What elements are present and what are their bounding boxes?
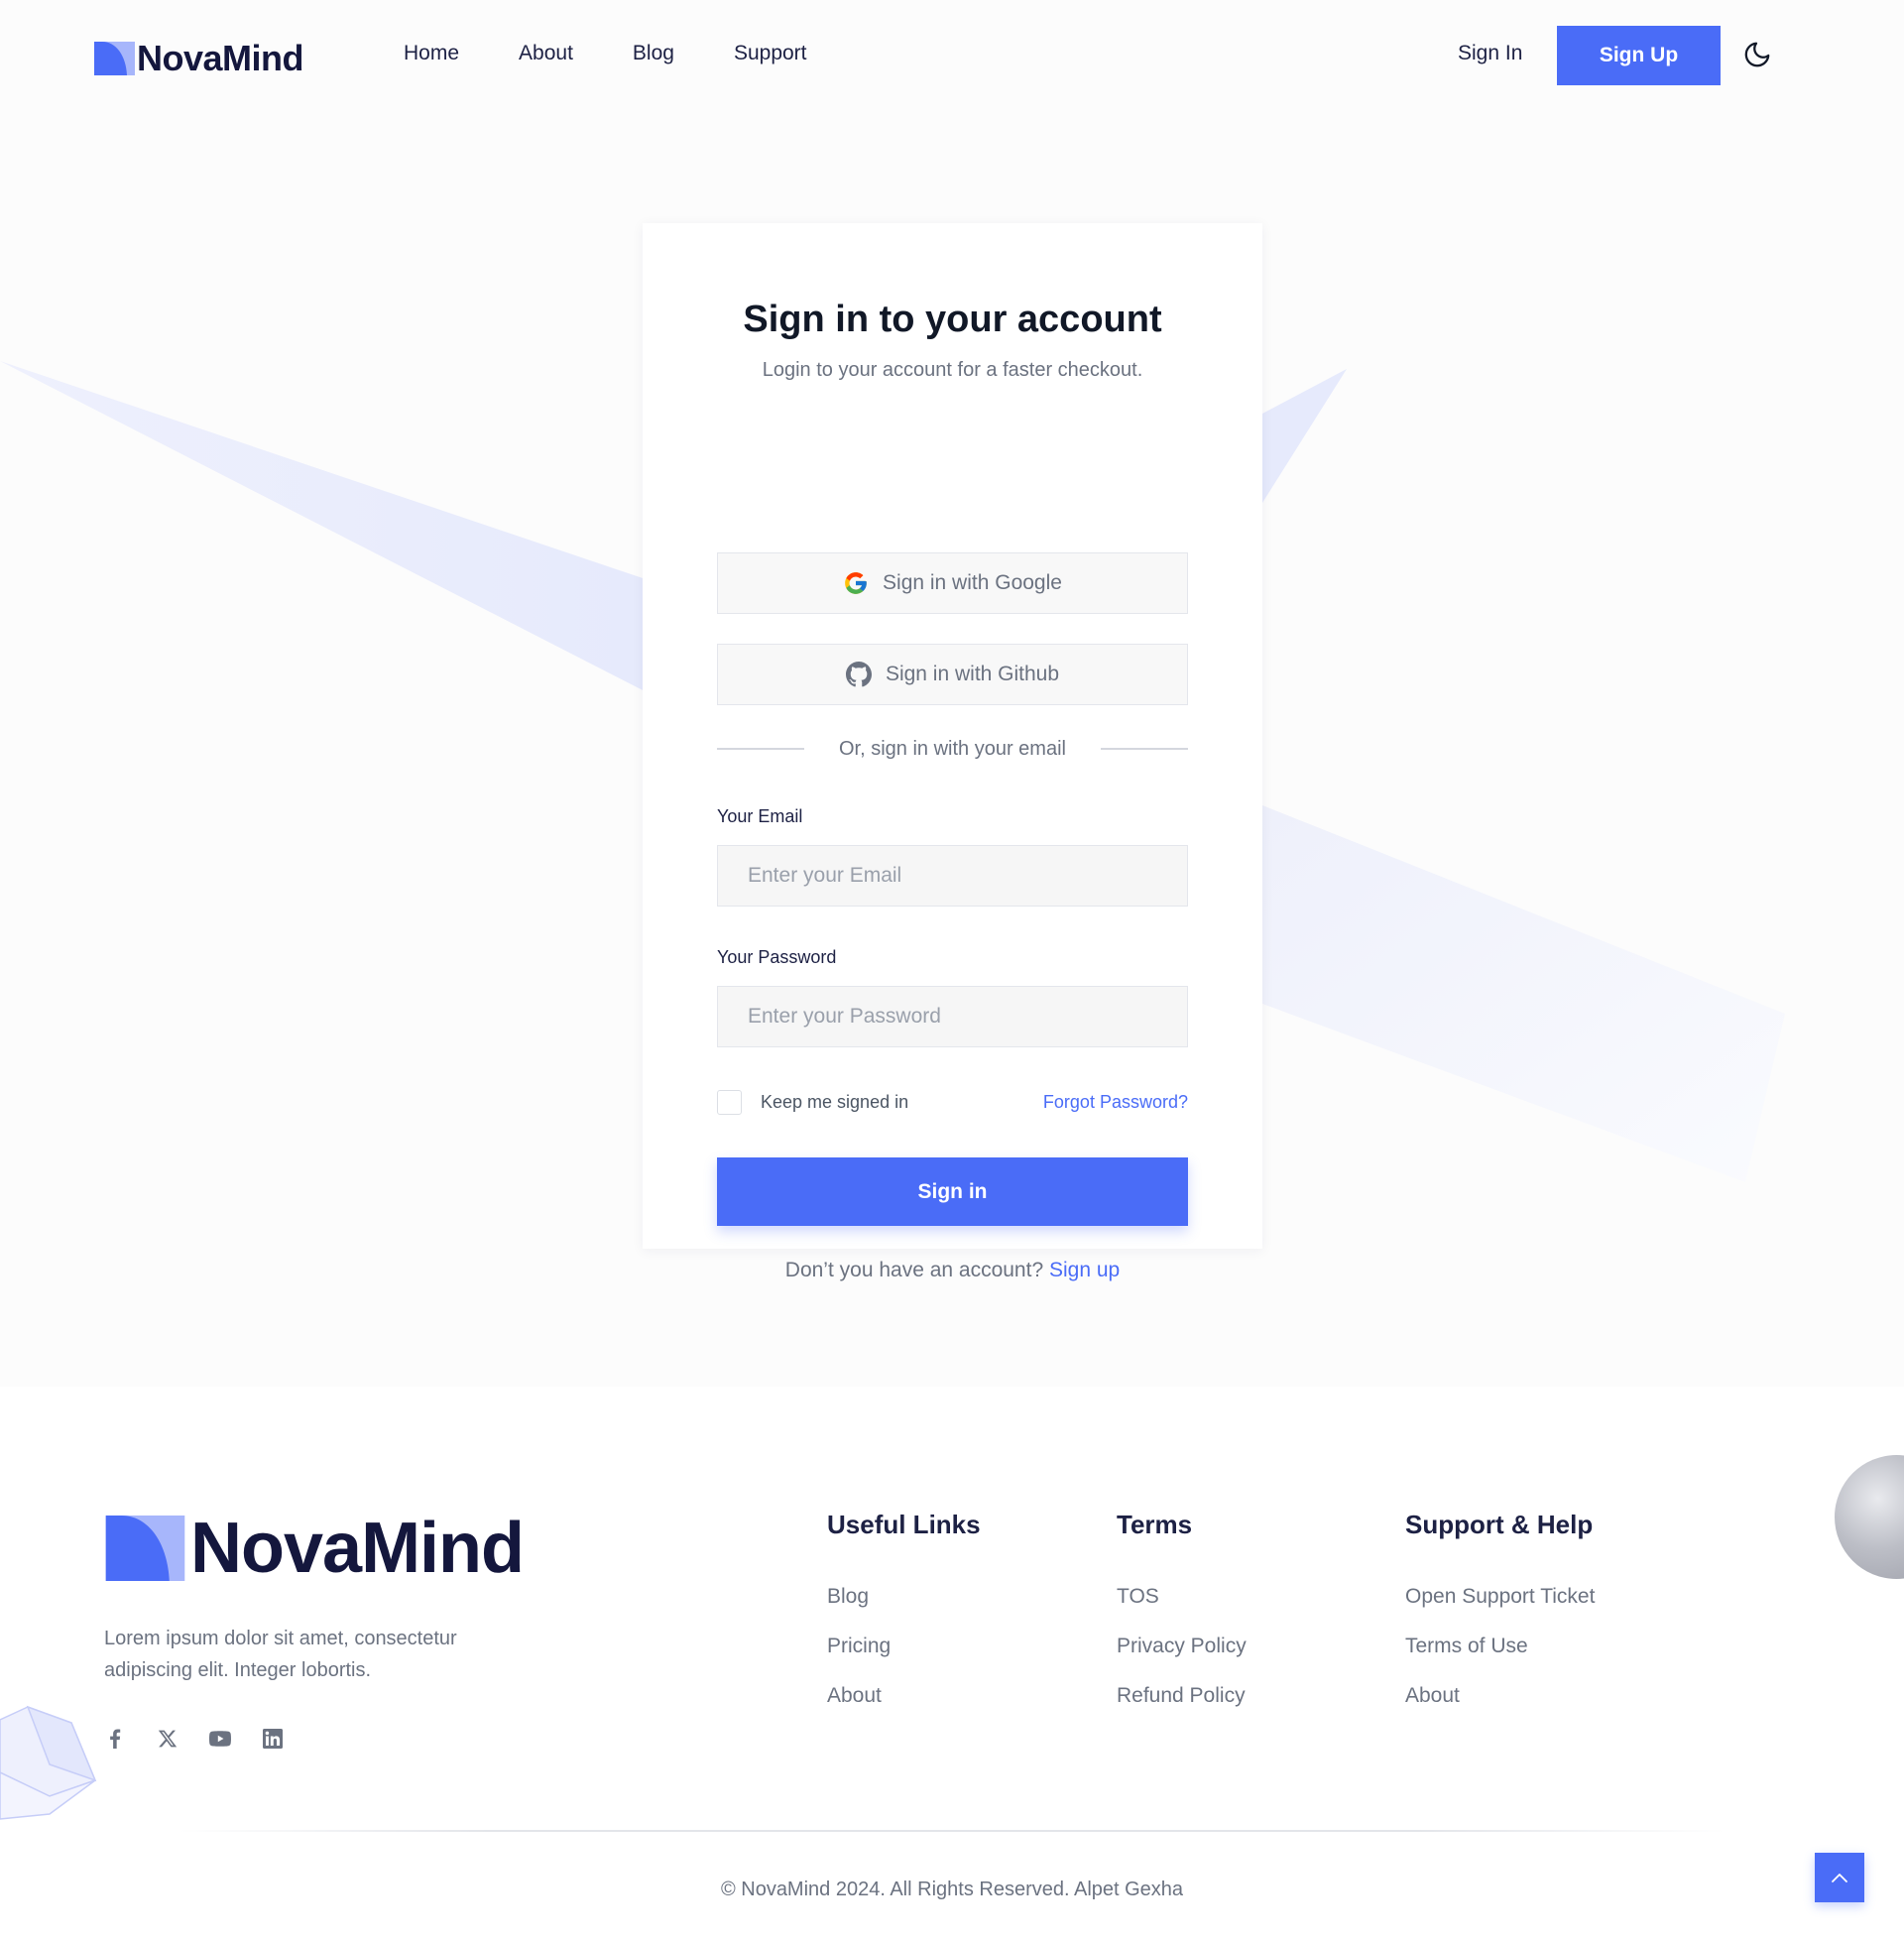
site-footer: NovaMind Lorem ipsum dolor sit amet, con… [0,1387,1904,1941]
social-links [104,1728,314,1750]
password-label: Your Password [717,947,837,967]
nav-blog[interactable]: Blog [633,42,674,65]
main-nav: Home About Blog Support [404,42,867,65]
footer-logo[interactable]: NovaMind [104,1508,525,1589]
sign-up-link[interactable]: Sign up [1049,1259,1120,1281]
divider-line-left [717,748,804,750]
decorative-sphere [1835,1455,1904,1579]
back-to-top-button[interactable] [1815,1853,1864,1902]
keep-signed-in-label: Keep me signed in [761,1091,909,1112]
nav-support[interactable]: Support [734,42,807,65]
chevron-up-icon [1832,1874,1847,1882]
header-logo[interactable]: NovaMind [94,38,304,79]
keep-signed-in-checkbox[interactable] [717,1089,742,1115]
sign-in-github-button[interactable]: Sign in with Github [717,644,1188,705]
footer-link-blog[interactable]: Blog [827,1585,981,1609]
copyright-text: © NovaMind 2024. All Rights Reserved. Al… [720,1879,1184,1900]
footer-col-terms: Terms TOS Privacy Policy Refund Policy [1117,1510,1247,1734]
form-subtitle: Login to your account for a faster check… [762,359,1143,381]
logo-text: NovaMind [137,38,304,78]
footer-link-support-about[interactable]: About [1405,1684,1595,1708]
footer-description: Lorem ipsum dolor sit amet, consectetur … [104,1628,457,1681]
footer-link-support-ticket[interactable]: Open Support Ticket [1405,1585,1595,1609]
divider-line-right [1100,748,1188,750]
form-title: Sign in to your account [743,299,1162,340]
sign-in-card: Sign in to your account Login to your ac… [643,223,1262,1281]
footer-link-terms-of-use[interactable]: Terms of Use [1405,1635,1595,1658]
divider-text: Or, sign in with your email [839,737,1066,760]
header-sign-in-link[interactable]: Sign In [1458,42,1522,65]
password-input[interactable] [717,986,1188,1047]
nav-about[interactable]: About [519,42,573,65]
forgot-password-link[interactable]: Forgot Password? [1043,1092,1188,1113]
x-icon[interactable] [157,1728,178,1750]
sign-in-google-button[interactable]: Sign in with Google [717,552,1188,614]
sign-in-submit-button[interactable]: Sign in [717,1157,1188,1226]
or-divider: Or, sign in with your email [717,734,1188,764]
youtube-icon[interactable] [209,1728,231,1750]
header-sign-up-button[interactable]: Sign Up [1557,26,1721,85]
nav-home[interactable]: Home [404,42,459,65]
support-heading: Support & Help [1405,1510,1594,1539]
site-header: NovaMind Home About Blog Support Sign In… [0,0,1904,111]
footer-link-about[interactable]: About [827,1684,981,1708]
header-actions: Sign In Sign Up [1309,0,1904,111]
footer-link-tos[interactable]: TOS [1117,1585,1247,1609]
sign-in-section: Sign in to your account Login to your ac… [0,111,1904,1387]
decorative-cube [0,1705,97,1820]
linkedin-icon[interactable] [262,1728,284,1750]
footer-link-pricing[interactable]: Pricing [827,1635,981,1658]
email-input[interactable] [717,845,1188,907]
footer-logo-text: NovaMind [190,1509,525,1588]
remember-row: Keep me signed in Forgot Password? [717,1089,1188,1115]
terms-heading: Terms [1117,1510,1193,1539]
remember-control: Keep me signed in [717,1089,909,1115]
signup-prompt: Don’t you have an account? Sign up [643,1259,1262,1282]
footer-col-useful-links: Useful Links Blog Pricing About [827,1510,981,1734]
novamind-logo-icon [94,42,135,75]
moon-icon[interactable] [1740,38,1774,71]
google-icon [843,570,869,596]
footer-link-refund-policy[interactable]: Refund Policy [1117,1684,1247,1708]
email-label: Your Email [717,806,803,826]
github-button-label: Sign in with Github [885,663,1060,685]
google-button-label: Sign in with Google [883,571,1062,594]
footer-col-support: Support & Help Open Support Ticket Terms… [1405,1510,1595,1734]
facebook-icon[interactable] [104,1728,126,1750]
github-icon [845,662,872,687]
signup-prompt-text: Don’t you have an account? [784,1259,1044,1281]
novamind-logo-icon [105,1516,185,1581]
useful-links-heading: Useful Links [827,1510,981,1539]
footer-divider [178,1830,1726,1832]
footer-link-privacy-policy[interactable]: Privacy Policy [1117,1635,1247,1658]
